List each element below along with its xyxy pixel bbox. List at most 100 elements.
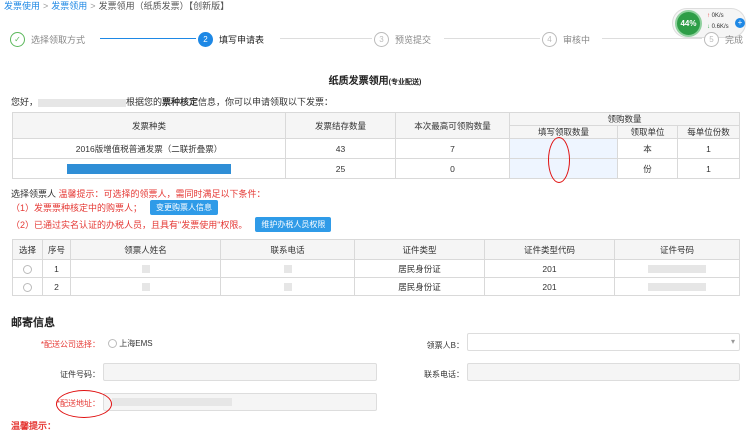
step-progress: ✓ 选择领取方式 2 填写申请表 3 预览提交 4 审核中 5 完成 (8, 30, 748, 50)
condition-2: （2）已通过实名认证的办税人员，且具有"发票使用"权限。 维护办税人员权限 (11, 217, 332, 232)
step-select-method: ✓ 选择领取方式 (10, 30, 85, 48)
cell-max: 7 (395, 138, 510, 159)
cell-seq: 2 (42, 277, 71, 296)
check-icon: ✓ (10, 31, 25, 47)
cell-name-redacted (70, 277, 221, 296)
col-per-unit: 每单位份数 (677, 125, 740, 139)
page-title-main: 纸质发票领用 (328, 76, 389, 87)
col-unit: 领取单位 (617, 125, 678, 139)
cell-id-code: 201 (484, 277, 615, 296)
receiver-label: 领票人B： (426, 341, 464, 350)
step-connector (602, 38, 702, 39)
page-title-sub: (专业配送) (388, 79, 422, 86)
annotation-circle-address (56, 390, 112, 418)
company-option-label: 上海EMS (119, 339, 153, 348)
cell-phone-redacted (220, 277, 355, 296)
step-connector (444, 38, 540, 39)
col-invoice-type: 发票种类 (12, 112, 286, 139)
step-label: 填写申请表 (219, 34, 265, 45)
redacted-phone (283, 283, 292, 292)
step-review: 4 审核中 (542, 30, 590, 48)
step-preview: 3 预览提交 (374, 30, 431, 48)
redacted-address (112, 398, 232, 406)
redacted-id-number (648, 265, 706, 274)
col-id-code: 证件类型代码 (484, 239, 615, 260)
col-max: 本次最高可领购数量 (395, 112, 510, 139)
breadcrumb-link-invoice-use[interactable]: 发票使用 (4, 1, 40, 11)
cell-id-code: 201 (484, 259, 615, 278)
col-name: 领票人姓名 (70, 239, 221, 260)
cell-id-type: 居民身份证 (354, 277, 485, 296)
step-fill-form: 2 填写申请表 (198, 30, 264, 48)
breadcrumb-link-invoice-claim[interactable]: 发票领用 (51, 1, 87, 11)
condition-text: （1）发票票种核定中的购票人； (11, 203, 143, 213)
step-connector (280, 38, 372, 39)
step-number: 5 (704, 31, 719, 47)
redacted-name (141, 283, 150, 292)
change-buyer-button[interactable]: 变更购票人信息 (150, 200, 219, 215)
maintain-permission-button[interactable]: 维护办税人员权限 (255, 217, 332, 232)
cell-max: 0 (395, 158, 510, 179)
breadcrumb-separator: > (90, 1, 96, 11)
cell-name-redacted (70, 259, 221, 278)
plus-icon[interactable]: + (735, 18, 745, 28)
step-number: 4 (542, 31, 557, 47)
address-field[interactable] (103, 393, 377, 411)
upload-speed-value: 0K/s (711, 13, 724, 19)
annotation-circle-qty (548, 137, 570, 183)
col-id-type: 证件类型 (354, 239, 485, 260)
col-fill-qty: 填写领取数量 (509, 125, 618, 139)
cell-id-type: 居民身份证 (354, 259, 485, 278)
redacted-id-number (648, 283, 706, 292)
cell-stock: 25 (285, 158, 396, 179)
step-label: 审核中 (563, 34, 591, 45)
breadcrumb-current: 发票领用（纸质发票）【创新版】 (98, 1, 230, 11)
id-number-field[interactable] (103, 363, 377, 381)
condition-text: （2）已通过实名认证的办税人员，且具有"发票使用"权限。 (11, 220, 248, 230)
id-label: 证件号码： (60, 370, 100, 379)
company-label: *配送公司选择： (30, 339, 100, 350)
bottom-warm-tip: 温馨提示： (11, 421, 57, 431)
step-label: 预览提交 (395, 34, 432, 45)
greeting-prefix: 您好， (11, 97, 39, 107)
cell-phone-redacted (220, 259, 355, 278)
radio-button[interactable] (23, 264, 32, 274)
redacted-phone (283, 265, 292, 274)
col-id-number: 证件号码 (614, 239, 740, 260)
step-complete: 5 完成 (704, 30, 743, 48)
cell-id-number-redacted (614, 277, 740, 296)
col-stock: 发票结存数量 (285, 112, 396, 139)
mail-section-title: 邮寄信息 (11, 317, 55, 329)
table-row: 25 0 份 1 (12, 158, 740, 179)
greeting-bold: 票种核定 (162, 97, 199, 107)
step-connector (100, 38, 196, 39)
radio-button[interactable] (23, 282, 32, 292)
page-title: 纸质发票领用(专业配送) (0, 72, 750, 87)
table-row: 2016版增值税普通发票（二联折叠票） 43 7 本 1 (12, 138, 740, 159)
recipient-label: 选择领票人 (11, 189, 59, 199)
phone-field[interactable] (467, 363, 740, 381)
col-seq: 序号 (42, 239, 71, 260)
cell-invoice-type: 2016版增值税普通发票（二联折叠票） (12, 138, 286, 159)
cell-id-number-redacted (614, 259, 740, 278)
step-label: 选择领取方式 (31, 34, 86, 45)
redaction-bar (67, 163, 231, 174)
select-radio-cell[interactable] (12, 259, 43, 278)
company-label-text: *配送公司选择： (40, 340, 100, 349)
cell-invoice-type-redacted (12, 158, 286, 179)
col-select: 选择 (12, 239, 43, 260)
table-row[interactable]: 2 居民身份证 201 (12, 277, 740, 296)
company-option[interactable]: 上海EMS (108, 338, 153, 349)
cell-seq: 1 (42, 259, 71, 278)
select-radio-cell[interactable] (12, 277, 43, 296)
phone-label: 联系电话： (424, 370, 464, 379)
recipient-table: 选择 序号 领票人姓名 联系电话 证件类型 证件类型代码 证件号码 1 居民身份… (12, 239, 740, 296)
chevron-down-icon: ▾ (730, 337, 735, 346)
recipient-warning: 温馨提示：可选择的领票人，需同时满足以下条件： (58, 189, 266, 199)
table-row[interactable]: 1 居民身份证 201 (12, 259, 740, 278)
radio-button[interactable] (108, 339, 117, 349)
breadcrumb-separator: > (43, 1, 49, 11)
greeting-mid: 根据您的 (126, 97, 163, 107)
redacted-name (141, 265, 150, 274)
receiver-select[interactable]: ▾ (467, 333, 740, 351)
